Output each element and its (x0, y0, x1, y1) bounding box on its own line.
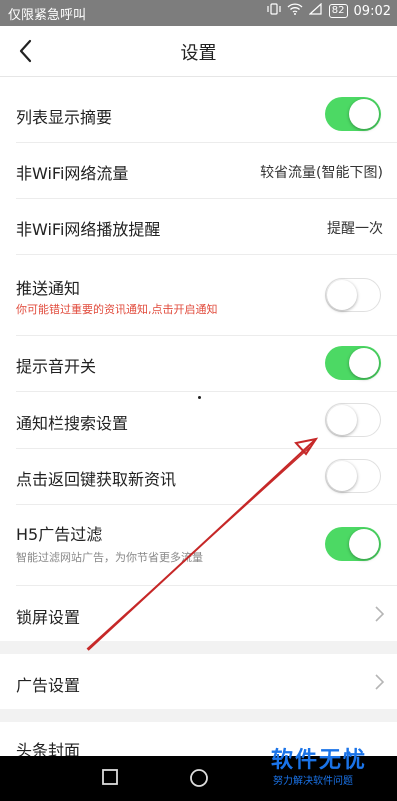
watermark-title: 软件无忧 (271, 748, 368, 773)
watermark-logo: 软件无忧 努力解决软件问题 (271, 742, 387, 790)
circle-icon (190, 769, 208, 787)
watermark-subtitle: 努力解决软件问题 (273, 776, 353, 787)
home-button[interactable] (188, 767, 210, 793)
annotation-arrow (86, 437, 319, 651)
square-icon (102, 769, 118, 785)
recent-apps-button[interactable] (100, 767, 120, 791)
